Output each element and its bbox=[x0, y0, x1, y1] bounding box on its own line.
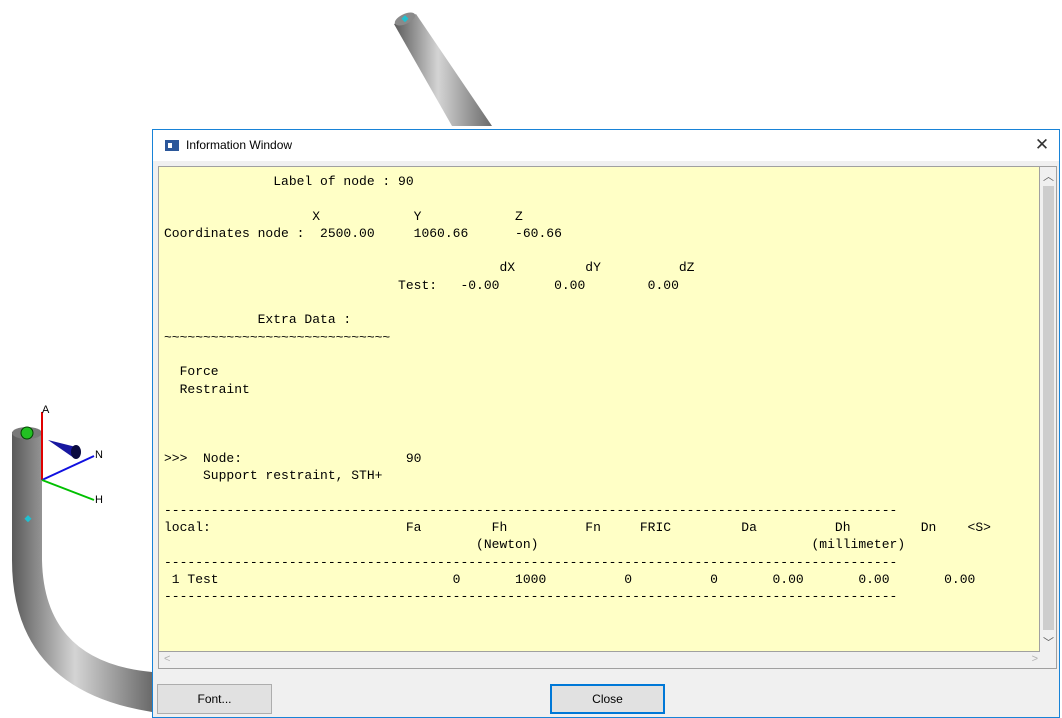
report-line: Coordinates node : 2500.00 1060.66 -60.6… bbox=[164, 225, 562, 241]
bent-pipe bbox=[12, 426, 152, 712]
report-line: (Newton) (millimeter) bbox=[476, 537, 906, 553]
horizontal-scrollbar[interactable]: < > bbox=[158, 652, 1057, 669]
support-axes bbox=[41, 412, 95, 501]
report-line: ----------------------------------------… bbox=[164, 589, 898, 605]
close-button[interactable]: Close bbox=[550, 684, 665, 714]
upper-pipe bbox=[394, 12, 492, 126]
report-line: Restraint bbox=[179, 381, 250, 397]
scroll-right-icon[interactable]: > bbox=[1032, 653, 1038, 665]
scroll-down-icon[interactable]: ﹀ bbox=[1043, 634, 1054, 650]
scroll-up-icon[interactable]: ︿ bbox=[1043, 168, 1054, 184]
node-90-marker[interactable] bbox=[20, 426, 34, 440]
scroll-left-icon[interactable]: < bbox=[164, 653, 170, 665]
window-title: Information Window bbox=[186, 138, 293, 152]
title-bar[interactable]: Information Window ✕ bbox=[153, 130, 1059, 161]
report-line: Force bbox=[179, 364, 219, 380]
report-line: Extra Data : bbox=[257, 312, 352, 328]
report-line: ~~~~~~~~~~~~~~~~~~~~~~~~~~~~~ bbox=[164, 329, 391, 345]
report-text-area[interactable]: Label of node : 90 X Y Z Coordinates nod… bbox=[158, 166, 1040, 652]
report-line: 1 Test 0 1000 0 0 0.00 0.00 0.00 bbox=[171, 571, 976, 587]
axis-n-label: N bbox=[95, 449, 103, 461]
report-line: ----------------------------------------… bbox=[164, 502, 898, 518]
axis-h-label: H bbox=[95, 494, 103, 506]
vertical-scroll-thumb[interactable] bbox=[1043, 186, 1054, 630]
report-line: X Y Z bbox=[312, 208, 523, 224]
report-line: ----------------------------------------… bbox=[164, 554, 898, 570]
report-line: local: Fa Fh Fn FRIC Da Dh Dn <S> bbox=[164, 519, 991, 535]
report-text: Label of node : 90 X Y Z Coordinates nod… bbox=[159, 167, 1039, 605]
information-window: Information Window ✕ Label of node : 90 … bbox=[152, 129, 1060, 718]
report-line: dX dY dZ bbox=[499, 260, 695, 276]
font-button[interactable]: Font... bbox=[157, 684, 272, 714]
report-line: Test: -0.00 0.00 0.00 bbox=[398, 277, 679, 293]
report-line: >>> Node: 90 bbox=[164, 450, 422, 466]
axis-a-label: A bbox=[42, 404, 50, 416]
window-icon bbox=[165, 140, 179, 151]
close-icon[interactable]: ✕ bbox=[1025, 130, 1059, 161]
vertical-scrollbar[interactable]: ︿ ﹀ bbox=[1040, 166, 1057, 652]
report-line: Support restraint, STH+ bbox=[203, 468, 383, 484]
report-line: Label of node : 90 bbox=[273, 174, 414, 189]
